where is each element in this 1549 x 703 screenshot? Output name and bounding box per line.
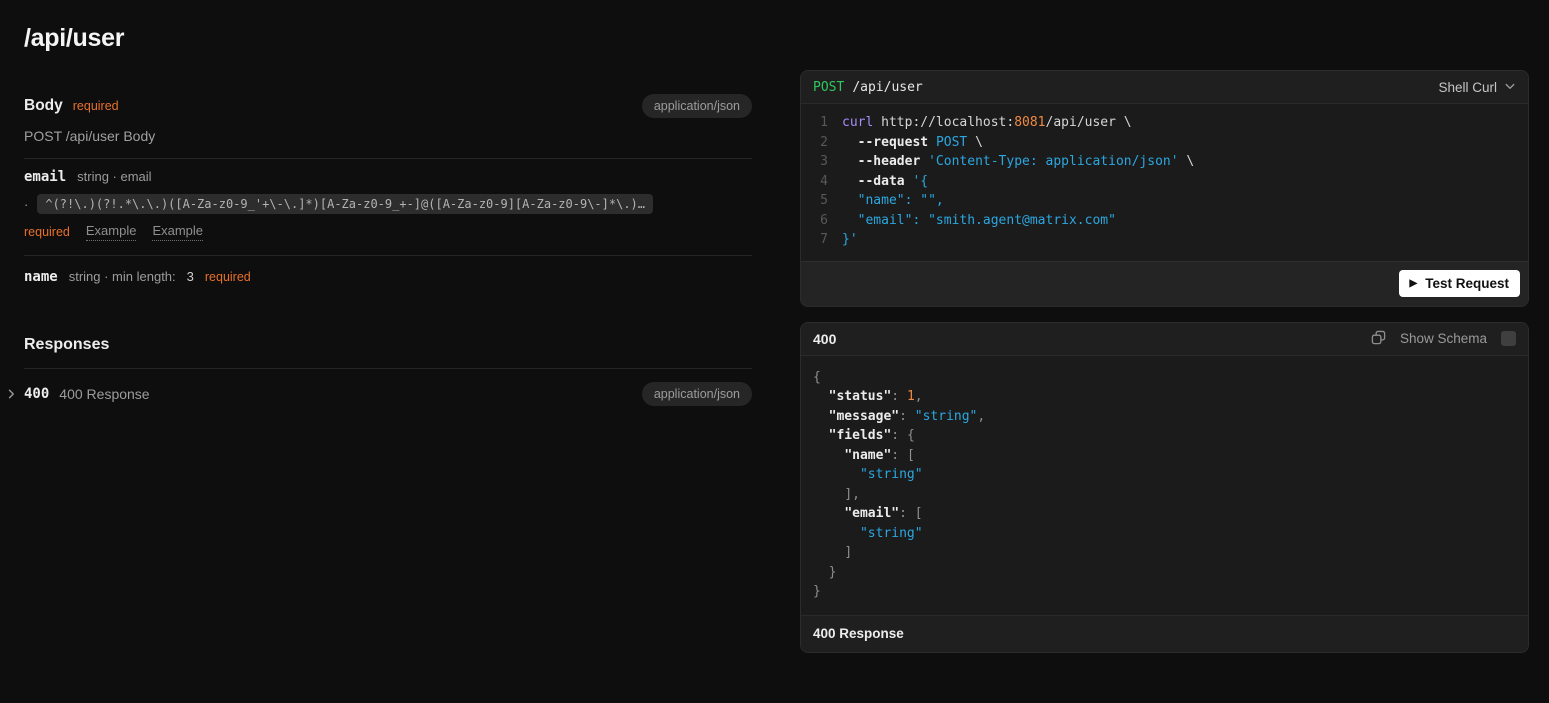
code-line: 2 --request POST \ xyxy=(813,133,1516,153)
code-line: ] xyxy=(813,543,1516,563)
name-min-length-value: 3 xyxy=(187,269,194,284)
play-icon: ▶ xyxy=(1410,279,1418,289)
body-content-type-badge: application/json xyxy=(642,94,752,118)
email-field-meta: string · email xyxy=(77,169,151,184)
chevron-down-icon xyxy=(1504,80,1516,95)
copy-icon xyxy=(1371,330,1386,348)
response-label: 400 Response xyxy=(59,386,642,402)
response-panel-footer: 400 Response xyxy=(801,615,1528,652)
name-field: name string · min length: 3 required xyxy=(24,256,752,299)
body-section-header: Body required application/json xyxy=(24,94,752,118)
curl-code-block[interactable]: 1curl http://localhost:8081/api/user \2 … xyxy=(801,104,1528,261)
body-heading: Body xyxy=(24,97,63,115)
request-path: /api/user xyxy=(852,80,922,95)
code-line: { xyxy=(813,368,1516,388)
name-required-badge: required xyxy=(205,270,251,284)
email-example-button-1[interactable]: Example xyxy=(86,223,137,241)
response-json-block[interactable]: { "status": 1, "message": "string", "fie… xyxy=(801,356,1528,615)
responses-heading: Responses xyxy=(24,336,752,354)
code-line: 5 "name": "", xyxy=(813,191,1516,211)
email-field-name: email xyxy=(24,169,66,185)
code-line: "name": [ xyxy=(813,446,1516,466)
endpoint-docs: /api/user Body required application/json… xyxy=(24,24,752,419)
line-number: 7 xyxy=(813,230,828,250)
copy-button[interactable] xyxy=(1371,330,1386,348)
line-number: 1 xyxy=(813,113,828,133)
code-line: "message": "string", xyxy=(813,407,1516,427)
request-example-panel: POST/api/user Shell Curl 1curl http://lo… xyxy=(800,70,1529,307)
chevron-right-icon xyxy=(5,388,24,400)
email-field: email string · email · ^(?!\.)(?!.*\.\.)… xyxy=(24,169,752,241)
divider xyxy=(24,158,752,159)
email-pattern-chip: ^(?!\.)(?!.*\.\.)([A-Za-z0-9_'+\-\.]*)[A… xyxy=(37,194,653,214)
code-line: 6 "email": "smith.agent@matrix.com" xyxy=(813,211,1516,231)
body-required-badge: required xyxy=(73,99,119,113)
code-line: "string" xyxy=(813,524,1516,544)
code-line: 7}' xyxy=(813,230,1516,250)
request-panel-footer: ▶ Test Request xyxy=(801,261,1528,306)
name-field-meta: string · min length: xyxy=(69,269,176,284)
response-status-code: 400 xyxy=(24,386,49,402)
body-subtitle: POST /api/user Body xyxy=(24,128,752,144)
code-line: "email": [ xyxy=(813,504,1516,524)
code-line: } xyxy=(813,582,1516,602)
response-content-type-badge: application/json xyxy=(642,382,752,406)
line-number: 4 xyxy=(813,172,828,192)
code-line: 1curl http://localhost:8081/api/user \ xyxy=(813,113,1516,133)
request-panel-header: POST/api/user Shell Curl xyxy=(801,71,1528,104)
email-example-button-2[interactable]: Example xyxy=(152,223,203,241)
show-schema-toggle[interactable] xyxy=(1501,331,1516,346)
page-title: /api/user xyxy=(24,24,752,53)
code-line: "string" xyxy=(813,465,1516,485)
show-schema-label: Show Schema xyxy=(1400,331,1487,346)
test-request-button[interactable]: ▶ Test Request xyxy=(1399,270,1520,297)
line-number: 6 xyxy=(813,211,828,231)
line-number: 2 xyxy=(813,133,828,153)
code-line: "status": 1, xyxy=(813,387,1516,407)
response-example-panel: 400 Show Schema { "status": 1, "message"… xyxy=(800,322,1529,653)
http-method-label: POST xyxy=(813,80,844,95)
code-line: } xyxy=(813,563,1516,583)
response-panel-header: 400 Show Schema xyxy=(801,323,1528,356)
language-selector-value: Shell Curl xyxy=(1438,80,1497,95)
name-field-name: name xyxy=(24,269,58,285)
code-line: 3 --header 'Content-Type: application/js… xyxy=(813,152,1516,172)
pattern-bullet: · xyxy=(24,197,28,212)
client-language-selector[interactable]: Shell Curl xyxy=(1438,80,1516,95)
code-line: ], xyxy=(813,485,1516,505)
code-line: "fields": { xyxy=(813,426,1516,446)
response-status-heading: 400 xyxy=(813,331,836,347)
response-400-row[interactable]: 400 400 Response application/json xyxy=(24,369,752,419)
test-request-label: Test Request xyxy=(1425,276,1509,291)
example-sidebar: POST/api/user Shell Curl 1curl http://lo… xyxy=(800,70,1529,653)
code-line: 4 --data '{ xyxy=(813,172,1516,192)
line-number: 3 xyxy=(813,152,828,172)
email-required-badge: required xyxy=(24,225,70,239)
line-number: 5 xyxy=(813,191,828,211)
